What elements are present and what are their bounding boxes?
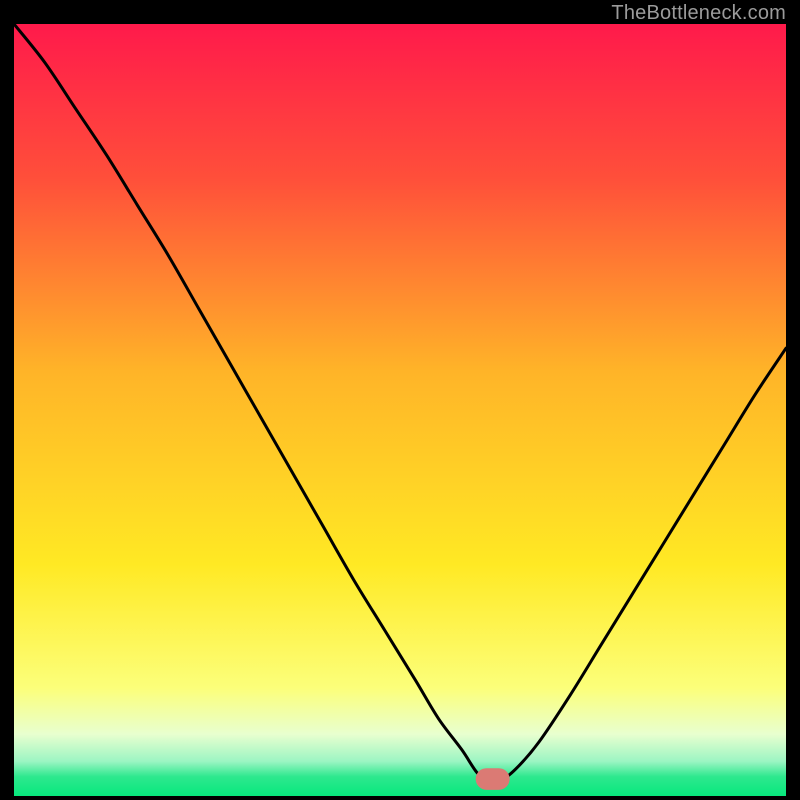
optimal-marker bbox=[476, 768, 510, 790]
watermark-text: TheBottleneck.com bbox=[611, 2, 786, 25]
gradient-background bbox=[14, 24, 786, 796]
bottleneck-chart bbox=[14, 24, 786, 796]
chart-frame bbox=[14, 24, 786, 796]
